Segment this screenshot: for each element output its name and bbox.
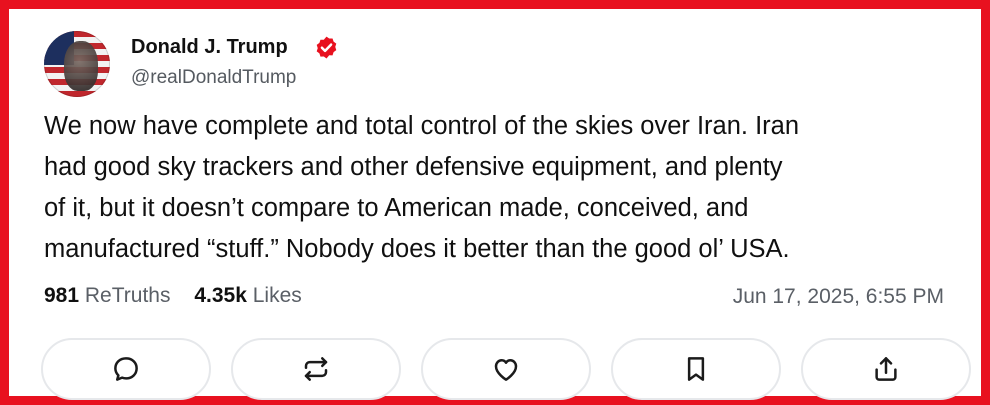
author-handle[interactable]: @realDonaldTrump [131,67,296,89]
author-name[interactable]: Donald J. Trump [131,36,288,59]
share-button[interactable] [801,338,971,400]
likes-count[interactable]: 4.35k [194,284,247,307]
highlight-frame: Donald J. Trump @realDonaldTrump We now … [0,0,990,405]
like-heart-icon [494,359,518,381]
retruth-icon [304,357,328,381]
reply-button[interactable] [41,338,211,400]
avatar[interactable] [44,31,110,97]
bookmark-button[interactable] [611,338,781,400]
like-button[interactable] [421,338,591,400]
action-bar [41,338,971,400]
post-text: We now have complete and total control o… [44,112,800,263]
retruth-button[interactable] [231,338,401,400]
retruths-label[interactable]: ReTruths [85,284,171,307]
retruths-count[interactable]: 981 [44,284,79,307]
bookmark-icon [687,357,705,381]
reply-icon [114,357,138,381]
likes-label[interactable]: Likes [253,284,302,307]
verified-badge-icon [316,36,337,59]
share-icon [875,357,897,381]
avatar-portrait [64,41,98,91]
post-card: Donald J. Trump @realDonaldTrump We now … [18,18,972,400]
post-timestamp[interactable]: Jun 17, 2025, 6:55 PM [733,285,944,309]
engagement-stats: 981 ReTruths 4.35k Likes [44,284,320,308]
